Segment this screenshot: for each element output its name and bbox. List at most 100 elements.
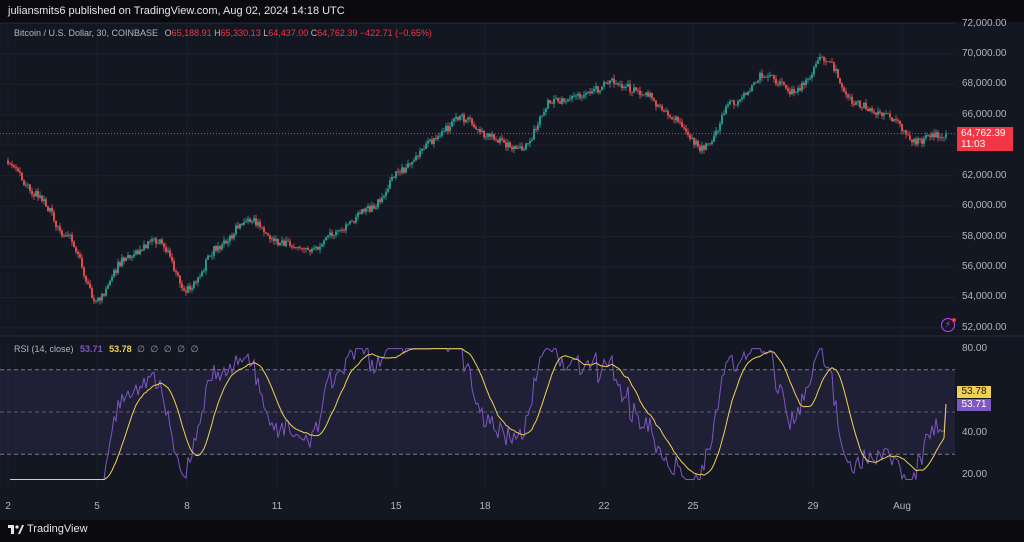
- candle-body: [119, 262, 121, 267]
- candle-body: [833, 62, 835, 72]
- candle-body: [917, 138, 919, 145]
- candle-body: [501, 138, 503, 140]
- candle-body: [715, 130, 717, 136]
- price-axis-tick: 72,000.00: [962, 17, 1007, 29]
- candle-body: [891, 117, 893, 122]
- candle-body: [765, 76, 767, 78]
- candle-body: [347, 223, 349, 225]
- candle-body: [935, 132, 937, 138]
- candle-body: [519, 146, 521, 149]
- candle-body: [657, 104, 659, 107]
- candle-body: [645, 92, 647, 95]
- candle-body: [173, 260, 175, 271]
- candle-body: [725, 106, 727, 114]
- rsi-ma-tag: 53.78: [957, 386, 991, 398]
- candle-body: [641, 94, 643, 96]
- candle-body: [305, 248, 307, 250]
- candle-body: [893, 119, 895, 122]
- candle-body: [541, 115, 543, 117]
- candle-body: [571, 96, 573, 99]
- candle-body: [311, 248, 313, 252]
- candle-body: [667, 110, 669, 116]
- candle-body: [27, 184, 29, 186]
- candle-body: [673, 119, 675, 121]
- candle-body: [267, 233, 269, 236]
- candle-body: [865, 102, 867, 110]
- candle-body: [65, 234, 67, 237]
- time-axis-tick: 15: [390, 501, 402, 512]
- candle-body: [561, 98, 563, 104]
- candle-body: [735, 104, 737, 106]
- candle-body: [835, 69, 837, 72]
- candle-body: [455, 116, 457, 119]
- candle-body: [391, 177, 393, 181]
- candle-body: [127, 255, 129, 258]
- candle-body: [471, 118, 473, 125]
- candle-body: [317, 246, 319, 250]
- candle-body: [227, 241, 229, 244]
- rsi-label: RSI (14, close): [14, 344, 74, 354]
- candle-body: [503, 139, 505, 143]
- candle-body: [701, 145, 703, 152]
- candle-body: [623, 86, 625, 89]
- candle-body: [161, 239, 163, 244]
- candle-body: [337, 230, 339, 232]
- candle-body: [427, 141, 429, 144]
- time-axis-tick: 11: [271, 501, 283, 512]
- candle-body: [183, 288, 185, 291]
- candle-body: [35, 190, 37, 197]
- candle-body: [595, 86, 597, 89]
- low-value: 64,437.00: [268, 28, 309, 38]
- candle-body: [475, 127, 477, 130]
- candle-body: [325, 237, 327, 241]
- candle-body: [785, 84, 787, 89]
- candle-body: [269, 235, 271, 240]
- candle-body: [543, 112, 545, 116]
- candle-body: [45, 199, 47, 207]
- candle-body: [219, 246, 221, 250]
- candle-body: [627, 83, 629, 87]
- candle-body: [937, 132, 939, 138]
- candle-body: [777, 83, 779, 85]
- candle-body: [819, 56, 821, 61]
- candle-body: [925, 135, 927, 139]
- candle-body: [385, 191, 387, 196]
- candle-body: [351, 220, 353, 222]
- candle-body: [201, 271, 203, 277]
- candle-body: [487, 133, 489, 137]
- candle-body: [553, 98, 555, 104]
- candle-body: [271, 238, 273, 240]
- candle-body: [445, 125, 447, 132]
- candle-body: [915, 138, 917, 145]
- candle-body: [811, 74, 813, 78]
- candle-body: [875, 112, 877, 115]
- candle-body: [877, 111, 879, 115]
- open-value: 65,188.91: [171, 28, 212, 38]
- candle-body: [53, 212, 55, 221]
- last-price-tag: 64,762.39 11:03: [957, 127, 1013, 151]
- candle-body: [599, 90, 601, 93]
- candle-body: [931, 133, 933, 138]
- candle-body: [379, 199, 381, 203]
- candle-body: [665, 110, 667, 112]
- candle-body: [283, 240, 285, 246]
- candle-body: [277, 239, 279, 246]
- candle-body: [597, 86, 599, 93]
- candle-body: [331, 232, 333, 237]
- candle-body: [13, 165, 15, 168]
- candle-body: [279, 242, 281, 246]
- candle-body: [321, 244, 323, 247]
- candle-body: [59, 226, 61, 231]
- candle-body: [289, 241, 291, 246]
- candle-body: [137, 250, 139, 255]
- candle-body: [679, 121, 681, 123]
- candle-body: [721, 114, 723, 124]
- candle-body: [367, 206, 369, 209]
- candle-body: [335, 231, 337, 236]
- candle-body: [209, 255, 211, 257]
- candle-body: [131, 256, 133, 258]
- candle-body: [619, 84, 621, 86]
- candle-body: [297, 247, 299, 248]
- chart-canvas[interactable]: [0, 0, 1024, 542]
- candle-body: [713, 135, 715, 142]
